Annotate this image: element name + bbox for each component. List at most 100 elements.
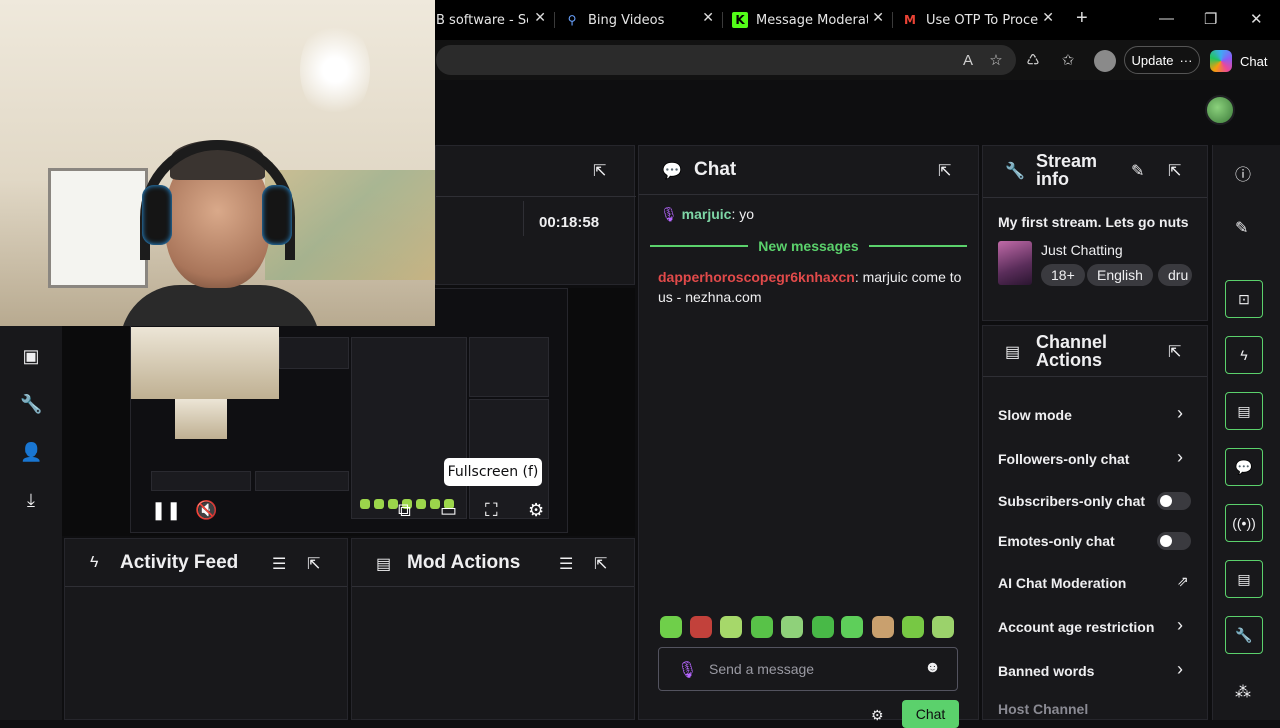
avatar[interactable] [1205,95,1235,125]
emote[interactable] [812,616,834,638]
clip-capture-icon[interactable]: ⊡ [1225,280,1263,318]
send-chat-button[interactable]: Chat [902,700,959,728]
followers-only-item[interactable]: Followers-only chat [998,451,1129,467]
activity-feed-title: Activity Feed [120,552,239,573]
emote[interactable] [690,616,712,638]
slow-mode-item[interactable]: Slow mode [998,407,1072,423]
fullscreen-icon[interactable]: ⛶ [485,500,498,521]
popout-icon[interactable]: ⇱ [1168,342,1181,362]
emote[interactable] [751,616,773,638]
chevron-right-icon[interactable]: › [1177,403,1183,424]
tab-separator [722,12,723,28]
broadcast-icon[interactable]: ((•)) [1225,504,1263,542]
popout-icon[interactable]: ⇱ [1168,161,1181,181]
favorites-icon[interactable]: ✩ [1059,52,1077,70]
stream-title: My first stream. Lets go nuts [998,214,1189,230]
preview-emote [416,499,426,509]
emoji-picker-icon[interactable]: ☻ [924,659,941,677]
chat-settings-icon[interactable]: ⚙ [871,707,884,724]
stream-preview-icon[interactable]: ▣ [20,345,42,367]
tab-bing-videos[interactable]: ⚲ Bing Videos ✕ [564,6,714,34]
popout-icon[interactable]: ⇱ [938,161,951,181]
new-messages-label: New messages [758,238,859,254]
tab-message-moderation[interactable]: K Message Moderation ✕ [732,6,884,34]
chat-input-placeholder: Send a message [709,661,815,677]
host-channel-item[interactable]: Host Channel [998,701,1088,717]
tag-pill: English [1087,264,1153,286]
close-icon[interactable]: ✕ [1042,10,1054,26]
chat-username[interactable]: dapperhoroscopegr6knhaxcn [658,269,855,285]
subscribers-only-toggle[interactable] [1157,492,1191,510]
close-icon[interactable]: ✕ [534,10,546,26]
info-icon[interactable]: ⓘ [1235,161,1251,185]
chat-username[interactable]: marjuic [682,206,732,222]
divider [983,197,1207,198]
account-age-item[interactable]: Account age restriction [998,619,1154,635]
document-icon[interactable]: ▤ [1225,392,1263,430]
download-icon[interactable]: ⤓ [20,489,42,511]
minimize-icon[interactable]: — [1159,10,1174,27]
browser-essentials-icon[interactable]: ♺ [1024,52,1042,70]
tag-pill: dru [1158,264,1192,286]
new-tab-button[interactable]: + [1076,7,1088,30]
banned-words-item[interactable]: Banned words [998,663,1094,679]
tab-label: B software - Searc [436,12,528,28]
settings-gear-icon[interactable]: ⚙ [528,500,544,521]
channel-actions-title: Channel Actions [1036,332,1108,370]
emote[interactable] [902,616,924,638]
edit-pencil-icon[interactable]: ✎ [1235,218,1248,238]
left-rail: ▣ 🔧 👤 ⤓ [0,326,62,720]
emote[interactable] [841,616,863,638]
theatre-mode-icon[interactable]: ▭ [440,500,457,521]
webcam-overlay [0,0,435,326]
close-window-icon[interactable]: ✕ [1250,10,1263,28]
preview-mod-actions [255,471,349,491]
microphone-icon[interactable]: 🎙 [677,660,697,680]
restore-icon[interactable]: ❐ [1204,10,1217,28]
read-aloud-icon[interactable]: A [959,52,977,70]
mute-icon[interactable]: 🔇 [195,500,217,521]
emote[interactable] [872,616,894,638]
popout-icon[interactable]: ⇱ [307,554,320,574]
picture-in-picture-icon[interactable]: ⧉ [398,500,411,521]
ai-moderation-item[interactable]: AI Chat Moderation [998,575,1126,591]
wrench-icon[interactable]: 🔧 [1225,616,1263,654]
chat-bubble-icon[interactable]: 💬 [1225,448,1263,486]
profile-icon[interactable] [1094,50,1116,72]
filter-icon[interactable]: ☰ [559,554,573,574]
popout-icon[interactable]: ⇱ [594,554,607,574]
tab-search[interactable]: B software - Searc ✕ [436,6,546,34]
lightning-icon[interactable]: ϟ [1225,336,1263,374]
emotes-only-toggle[interactable] [1157,532,1191,550]
copilot-chat-button[interactable]: Chat [1210,50,1267,72]
category-name[interactable]: Just Chatting [1041,242,1123,258]
tab-label: Use OTP To Proceed [926,12,1038,28]
address-input[interactable] [436,45,1016,75]
chevron-right-icon[interactable]: › [1177,659,1183,680]
emote[interactable] [720,616,742,638]
user-settings-icon[interactable]: 👤 [20,441,42,463]
channel-actions-icon[interactable]: ▤ [1225,560,1263,598]
favorite-star-icon[interactable]: ☆ [987,52,1005,70]
apps-icon[interactable]: ⁂ [1235,682,1251,702]
update-button[interactable]: Update ··· [1124,46,1200,74]
chevron-right-icon[interactable]: › [1177,447,1183,468]
chat-text: : yo [731,206,755,222]
chevron-right-icon[interactable]: › [1177,615,1183,636]
popout-icon[interactable]: ⇱ [593,161,606,181]
emote[interactable] [932,616,954,638]
emote[interactable] [660,616,682,638]
tab-separator [554,12,555,28]
pause-icon[interactable]: ❚❚ [151,500,181,521]
emote[interactable] [781,616,803,638]
close-icon[interactable]: ✕ [702,10,714,26]
filter-icon[interactable]: ☰ [272,554,286,574]
wrench-icon[interactable]: 🔧 [20,393,42,415]
tab-gmail-otp[interactable]: M Use OTP To Proceed ✕ [902,6,1054,34]
lightning-icon: ϟ [90,554,99,571]
edit-pencil-icon[interactable]: ✎ [1131,161,1144,181]
preview-stream-info [469,337,549,397]
chat-input[interactable]: 🎙 Send a message ☻ [658,647,958,691]
close-icon[interactable]: ✕ [872,10,884,26]
external-link-icon[interactable]: ⇗ [1177,573,1189,590]
